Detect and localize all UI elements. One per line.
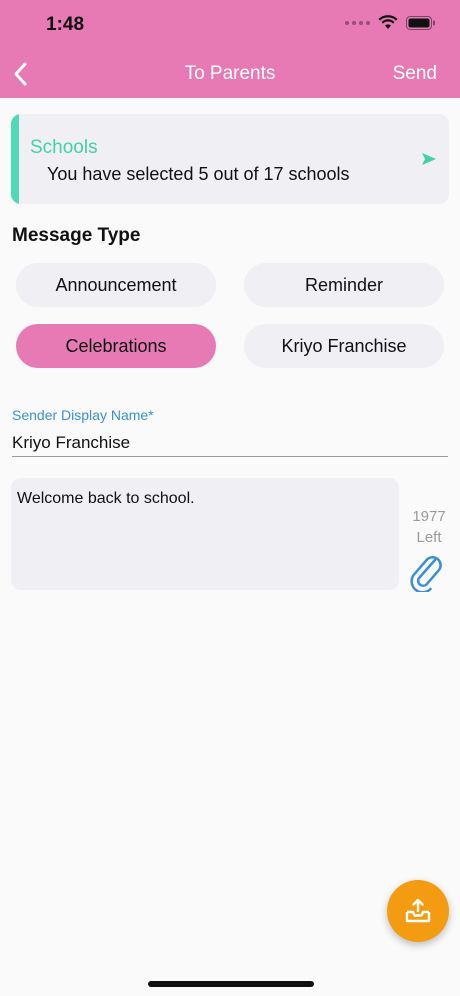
- send-arrow-icon: [422, 153, 436, 165]
- message-textarea[interactable]: Welcome back to school.: [11, 478, 399, 590]
- status-time: 1:48: [46, 14, 85, 35]
- page-title: To Parents: [184, 63, 276, 84]
- status-icons: [345, 15, 436, 30]
- characters-left-counter: 1977 Left: [404, 506, 454, 548]
- upload-tray-icon: [405, 898, 431, 923]
- screen: 1:48 To Parents Send Schools You have se…: [0, 0, 460, 996]
- message-type-kriyo-franchise[interactable]: Kriyo Franchise: [244, 324, 444, 368]
- wifi-icon: [378, 15, 398, 29]
- characters-left-label: Left: [416, 529, 442, 546]
- upload-fab-button[interactable]: [387, 880, 449, 942]
- schools-selection-summary: You have selected 5 out of 17 schools: [47, 164, 350, 184]
- send-button[interactable]: Send: [393, 63, 437, 85]
- battery-icon: [406, 15, 435, 30]
- message-type-announcement[interactable]: Announcement: [16, 263, 216, 307]
- home-indicator: [148, 981, 314, 987]
- schools-title: Schools: [30, 137, 98, 158]
- schools-selector-card[interactable]: Schools You have selected 5 out of 17 sc…: [11, 114, 449, 204]
- message-type-celebrations[interactable]: Celebrations: [16, 324, 216, 368]
- message-type-label: Message Type: [12, 225, 141, 246]
- cellular-signal-icon: [345, 20, 370, 25]
- paperclip-icon[interactable]: [408, 552, 444, 592]
- message-type-reminder[interactable]: Reminder: [244, 263, 444, 307]
- app-header: 1:48 To Parents Send: [0, 0, 460, 98]
- sender-display-name-label: Sender Display Name*: [12, 407, 154, 423]
- schools-card-accent: [11, 114, 19, 204]
- sender-display-name-input[interactable]: [12, 430, 448, 457]
- characters-left-count: 1977: [412, 508, 446, 525]
